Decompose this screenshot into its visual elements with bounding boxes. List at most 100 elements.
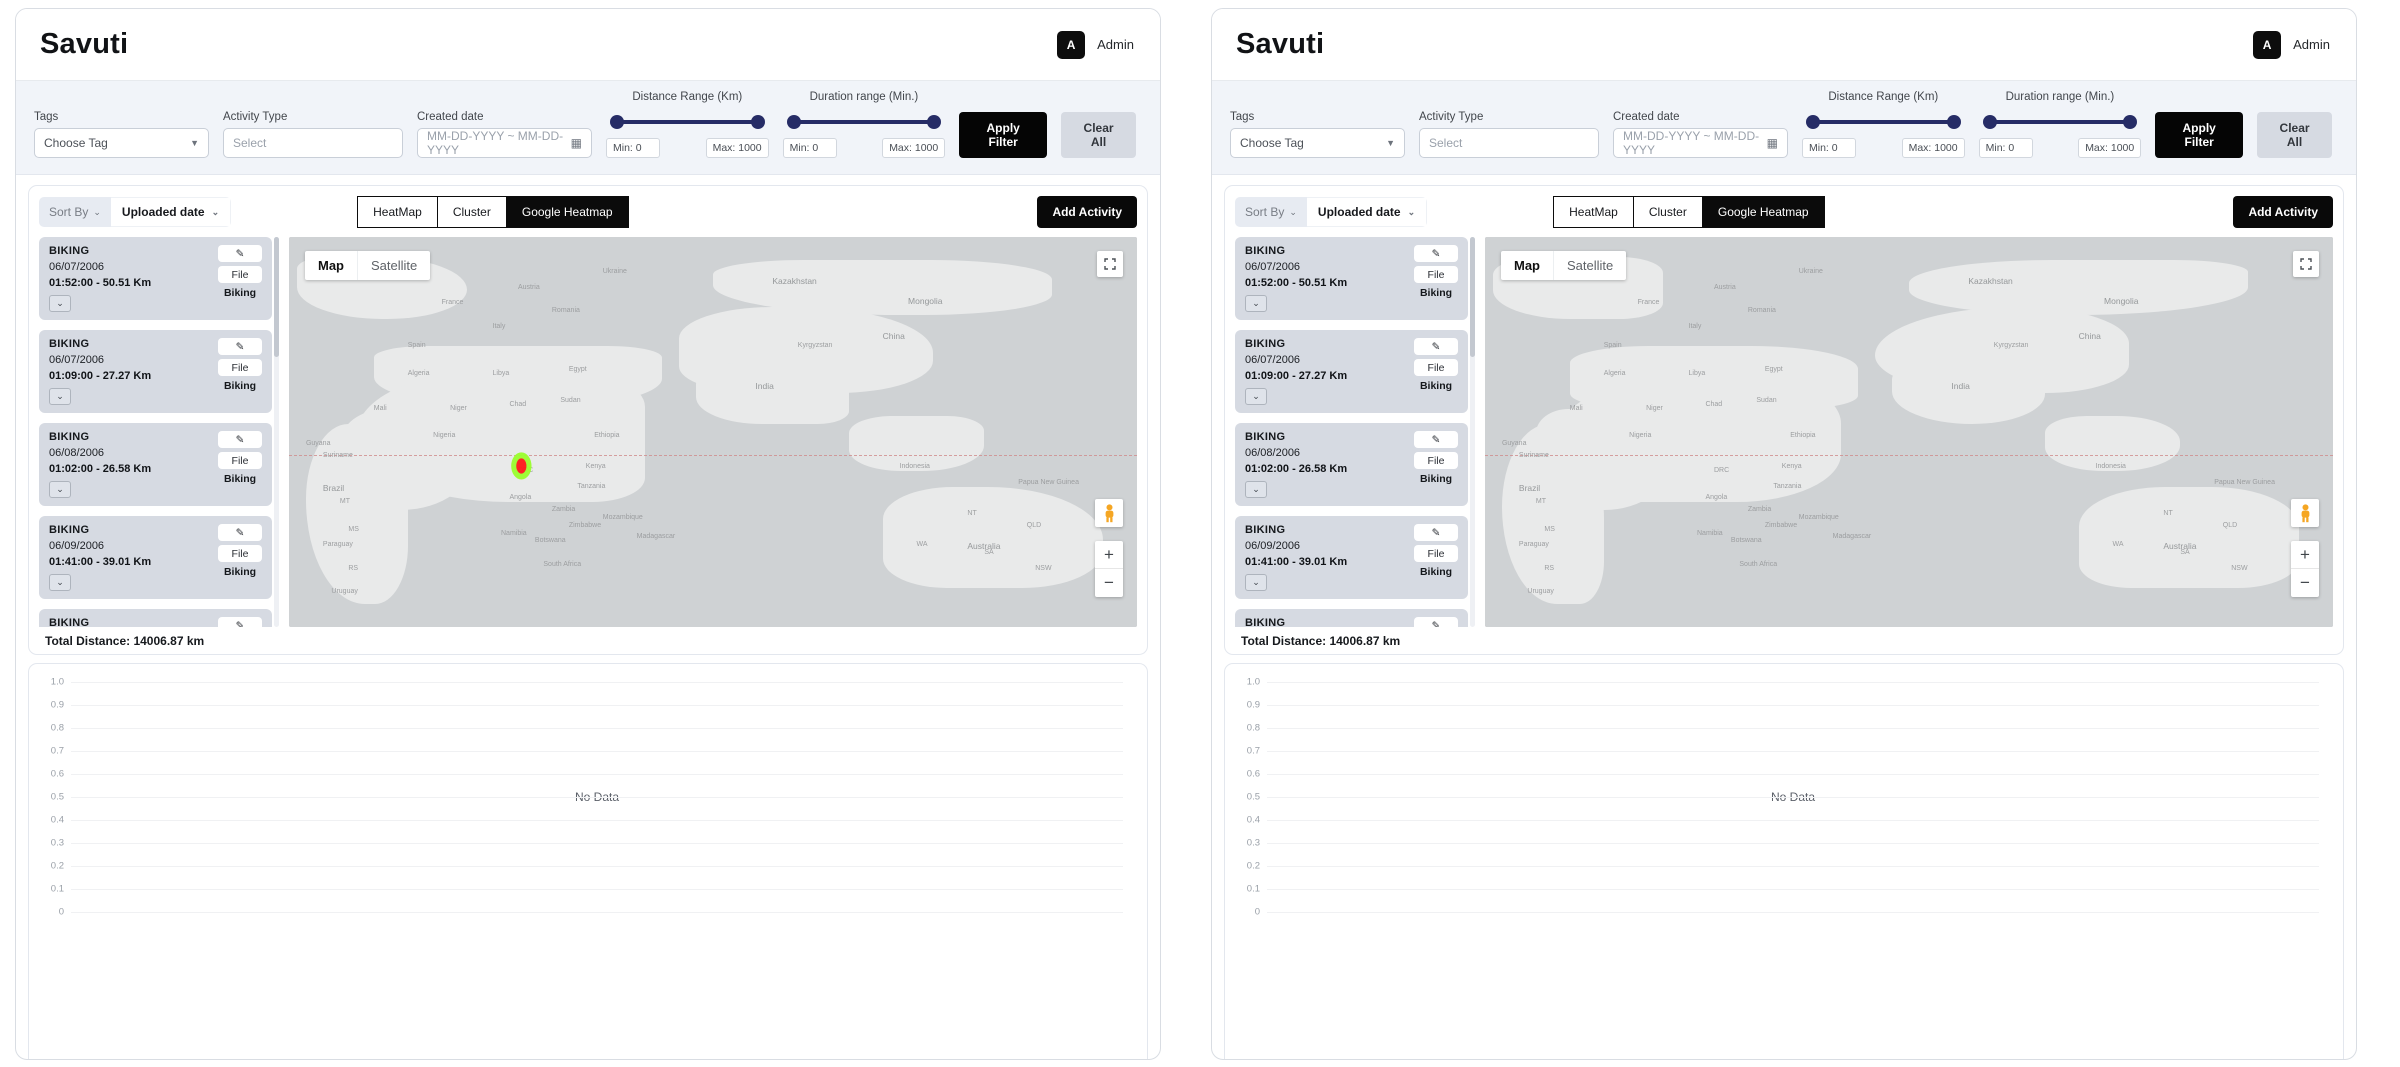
map-type-map[interactable]: Map	[1501, 251, 1553, 280]
file-button[interactable]: File	[1414, 545, 1458, 562]
distance-slider-rail[interactable]	[1808, 115, 1959, 129]
created-date-input[interactable]: MM-DD-YYYY ~ MM-DD-YYYY ▦	[1613, 128, 1788, 158]
map-zoom-controls[interactable]: + −	[1095, 541, 1123, 597]
zoom-in-button[interactable]: +	[2291, 541, 2319, 569]
zoom-out-button[interactable]: −	[2291, 569, 2319, 597]
activity-card[interactable]: BIKING06/07/200601:09:00 - 27.27 Km⌄✎Fil…	[39, 330, 272, 413]
fullscreen-icon[interactable]	[2293, 251, 2319, 277]
map-type-toggle[interactable]: Map Satellite	[305, 251, 430, 280]
expand-chevron-down-icon[interactable]: ⌄	[1245, 481, 1267, 498]
expand-chevron-down-icon[interactable]: ⌄	[49, 388, 71, 405]
edit-pencil-icon[interactable]: ✎	[1414, 338, 1458, 355]
duration-min-input[interactable]: Min: 0	[783, 138, 837, 158]
expand-chevron-down-icon[interactable]: ⌄	[49, 295, 71, 312]
activity-card[interactable]: BIKING06/08/200601:02:00 - 26.58 Km⌄✎Fil…	[39, 423, 272, 506]
distance-max-input[interactable]: Max: 1000	[706, 138, 769, 158]
activity-card[interactable]: BIKING06/07/200601:52:00 - 50.51 Km⌄✎Fil…	[1235, 237, 1468, 320]
distance-slider-min-handle[interactable]	[1806, 115, 1820, 129]
activity-list[interactable]: BIKING06/07/200601:52:00 - 50.51 Km⌄✎Fil…	[1235, 237, 1475, 627]
expand-chevron-down-icon[interactable]: ⌄	[49, 574, 71, 591]
map-type-map[interactable]: Map	[305, 251, 357, 280]
duration-slider-rail[interactable]	[789, 115, 940, 129]
sort-control[interactable]: Sort By ⌄ Uploaded date ⌄	[39, 197, 231, 227]
file-button[interactable]: File	[1414, 359, 1458, 376]
file-button[interactable]: File	[1414, 266, 1458, 283]
pegman-icon[interactable]	[1095, 499, 1123, 527]
map-canvas[interactable]: FranceAustriaUkraineRomaniaItalySpainKaz…	[1485, 237, 2333, 627]
sort-by-button[interactable]: Sort By ⌄	[39, 197, 111, 227]
edit-pencil-icon[interactable]: ✎	[218, 431, 262, 448]
expand-chevron-down-icon[interactable]: ⌄	[1245, 295, 1267, 312]
pegman-icon[interactable]	[2291, 499, 2319, 527]
tags-select[interactable]: Choose Tag ▼	[34, 128, 209, 158]
map-type-toggle[interactable]: Map Satellite	[1501, 251, 1626, 280]
duration-slider-min-handle[interactable]	[787, 115, 801, 129]
distance-max-input[interactable]: Max: 1000	[1902, 138, 1965, 158]
fullscreen-icon[interactable]	[1097, 251, 1123, 277]
apply-filter-button[interactable]: Apply Filter	[2155, 112, 2243, 158]
file-button[interactable]: File	[218, 266, 262, 283]
duration-min-input[interactable]: Min: 0	[1979, 138, 2033, 158]
map-type-satellite[interactable]: Satellite	[1553, 251, 1626, 280]
distance-min-input[interactable]: Min: 0	[606, 138, 660, 158]
activity-card[interactable]: BIKING06/09/200601:41:00 - 39.01 Km⌄✎Fil…	[1235, 516, 1468, 599]
map-view-tab-google-heatmap[interactable]: Google Heatmap	[1703, 196, 1825, 228]
activity-card[interactable]: BIKING06/08/200601:02:00 - 26.58 Km⌄✎Fil…	[1235, 423, 1468, 506]
duration-slider-rail[interactable]	[1985, 115, 2136, 129]
user-menu[interactable]: A Admin	[1057, 31, 1134, 59]
zoom-out-button[interactable]: −	[1095, 569, 1123, 597]
add-activity-button[interactable]: Add Activity	[2233, 196, 2333, 228]
map-view-tab-cluster[interactable]: Cluster	[1634, 196, 1703, 228]
activity-card[interactable]: BIKING06/09/200601:41:00 - 39.01 Km⌄✎Fil…	[39, 516, 272, 599]
edit-pencil-icon[interactable]: ✎	[1414, 245, 1458, 262]
edit-pencil-icon[interactable]: ✎	[1414, 524, 1458, 541]
activity-card[interactable]: BIKING06/07/200601:52:00 - 50.51 Km⌄✎Fil…	[39, 609, 272, 627]
distance-range-slider[interactable]: Distance Range (Km) Min: 0 Max: 1000	[606, 91, 769, 158]
file-button[interactable]: File	[218, 545, 262, 562]
sort-value-dropdown[interactable]: Uploaded date ⌄	[1307, 197, 1427, 227]
activity-list-scrollbar[interactable]	[274, 237, 279, 627]
edit-pencil-icon[interactable]: ✎	[1414, 431, 1458, 448]
map-zoom-controls[interactable]: + −	[2291, 541, 2319, 597]
map-view-tab-heatmap[interactable]: HeatMap	[357, 196, 438, 228]
expand-chevron-down-icon[interactable]: ⌄	[49, 481, 71, 498]
activity-card[interactable]: BIKING06/07/200601:52:00 - 50.51 Km⌄✎Fil…	[1235, 609, 1468, 627]
map-view-tab-heatmap[interactable]: HeatMap	[1553, 196, 1634, 228]
file-button[interactable]: File	[1414, 452, 1458, 469]
distance-min-input[interactable]: Min: 0	[1802, 138, 1856, 158]
edit-pencil-icon[interactable]: ✎	[218, 338, 262, 355]
map-view-tab-cluster[interactable]: Cluster	[438, 196, 507, 228]
tags-select[interactable]: Choose Tag ▼	[1230, 128, 1405, 158]
duration-range-slider[interactable]: Duration range (Min.) Min: 0 Max: 1000	[783, 91, 946, 158]
file-button[interactable]: File	[218, 359, 262, 376]
activity-card[interactable]: BIKING06/07/200601:09:00 - 27.27 Km⌄✎Fil…	[1235, 330, 1468, 413]
duration-range-slider[interactable]: Duration range (Min.) Min: 0 Max: 1000	[1979, 91, 2142, 158]
sort-value-dropdown[interactable]: Uploaded date ⌄	[111, 197, 231, 227]
map-canvas[interactable]: FranceAustriaUkraineRomaniaItalySpainKaz…	[289, 237, 1137, 627]
duration-slider-max-handle[interactable]	[927, 115, 941, 129]
edit-pencil-icon[interactable]: ✎	[218, 524, 262, 541]
sort-by-button[interactable]: Sort By ⌄	[1235, 197, 1307, 227]
clear-all-button[interactable]: Clear All	[2257, 112, 2332, 158]
map-type-satellite[interactable]: Satellite	[357, 251, 430, 280]
edit-pencil-icon[interactable]: ✎	[218, 245, 262, 262]
expand-chevron-down-icon[interactable]: ⌄	[1245, 388, 1267, 405]
created-date-input[interactable]: MM-DD-YYYY ~ MM-DD-YYYY ▦	[417, 128, 592, 158]
distance-slider-max-handle[interactable]	[751, 115, 765, 129]
activity-card[interactable]: BIKING06/07/200601:52:00 - 50.51 Km⌄✎Fil…	[39, 237, 272, 320]
activity-type-input[interactable]: Select	[223, 128, 403, 158]
distance-slider-min-handle[interactable]	[610, 115, 624, 129]
zoom-in-button[interactable]: +	[1095, 541, 1123, 569]
add-activity-button[interactable]: Add Activity	[1037, 196, 1137, 228]
duration-slider-max-handle[interactable]	[2123, 115, 2137, 129]
user-menu[interactable]: A Admin	[2253, 31, 2330, 59]
duration-max-input[interactable]: Max: 1000	[882, 138, 945, 158]
expand-chevron-down-icon[interactable]: ⌄	[1245, 574, 1267, 591]
activity-list-scrollbar[interactable]	[1470, 237, 1475, 627]
map-view-tab-google-heatmap[interactable]: Google Heatmap	[507, 196, 629, 228]
distance-slider-max-handle[interactable]	[1947, 115, 1961, 129]
sort-control[interactable]: Sort By ⌄ Uploaded date ⌄	[1235, 197, 1427, 227]
clear-all-button[interactable]: Clear All	[1061, 112, 1136, 158]
duration-slider-min-handle[interactable]	[1983, 115, 1997, 129]
distance-slider-rail[interactable]	[612, 115, 763, 129]
